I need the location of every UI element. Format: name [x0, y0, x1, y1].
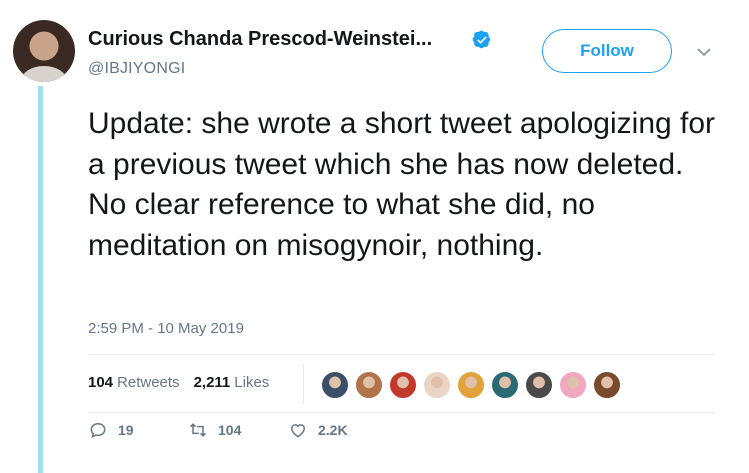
author-display-name[interactable]: Curious Chanda Prescod-Weinstei...: [88, 28, 432, 51]
liker-avatar[interactable]: [320, 370, 350, 400]
likes-count: 2,211: [193, 374, 231, 391]
avatar-shirt: [21, 66, 67, 82]
likes-stat[interactable]: 2,211 Likes: [194, 374, 270, 391]
retweet-count: 104: [218, 422, 242, 438]
retweet-button[interactable]: 104: [188, 420, 241, 440]
reply-button[interactable]: 19: [88, 420, 134, 440]
retweets-label: Retweets: [117, 374, 180, 391]
liker-avatar[interactable]: [354, 370, 384, 400]
verified-badge-icon: [472, 30, 491, 49]
engagement-stats: 104 Retweets 2,211 Likes: [88, 374, 269, 391]
stats-separator: [303, 364, 304, 404]
liker-avatar[interactable]: [490, 370, 520, 400]
divider: [88, 412, 715, 413]
retweet-icon: [189, 423, 207, 437]
author-handle[interactable]: @IBJIYONGI: [88, 60, 185, 78]
retweets-count: 104: [88, 374, 114, 391]
liker-avatar[interactable]: [388, 370, 418, 400]
likes-label: Likes: [234, 374, 270, 391]
like-button[interactable]: 2.2K: [288, 420, 348, 440]
reply-icon: [90, 422, 106, 439]
liker-avatar[interactable]: [456, 370, 486, 400]
liker-avatar[interactable]: [422, 370, 452, 400]
tweet-text: Update: she wrote a short tweet apologiz…: [88, 107, 716, 262]
avatar[interactable]: [13, 20, 75, 82]
follow-button[interactable]: Follow: [542, 29, 672, 73]
like-count: 2.2K: [318, 422, 348, 438]
thread-line: [38, 86, 43, 473]
reply-count: 19: [118, 422, 134, 438]
divider: [88, 354, 715, 355]
heart-icon: [290, 424, 306, 438]
liker-avatar[interactable]: [524, 370, 554, 400]
retweets-stat[interactable]: 104 Retweets: [88, 374, 180, 391]
liker-avatar[interactable]: [592, 370, 622, 400]
chevron-down-icon[interactable]: [694, 42, 714, 62]
tweet-timestamp[interactable]: 2:59 PM - 10 May 2019: [88, 320, 244, 337]
liker-avatar[interactable]: [558, 370, 588, 400]
